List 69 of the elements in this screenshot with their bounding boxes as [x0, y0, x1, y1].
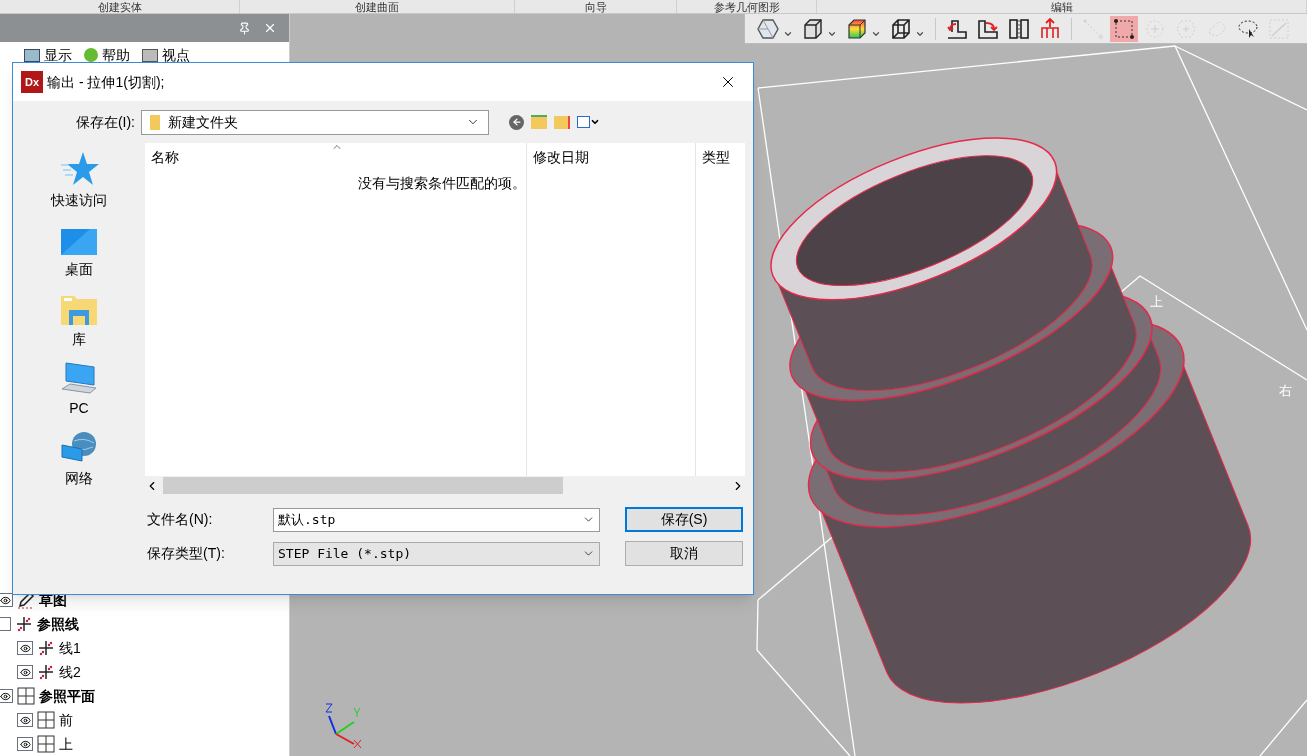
tree-item[interactable]: 线2: [59, 661, 81, 683]
eye-toggle[interactable]: [17, 665, 33, 679]
ribbon-group-label: 编辑: [1050, 1, 1073, 13]
dialog-button[interactable]: 取消: [625, 541, 743, 566]
computer-icon: [60, 361, 98, 396]
grid-icon: [37, 711, 55, 729]
visibility-checkbox[interactable]: [0, 617, 11, 631]
folder-name: 新建文件夹: [168, 112, 239, 132]
place-shortcut[interactable]: 桌面: [29, 216, 129, 287]
column-header[interactable]: 修改日期: [533, 147, 589, 168]
new-folder-icon[interactable]: [554, 115, 570, 129]
grid-icon: [17, 687, 35, 705]
ribbon-group-label: 参考几何图形: [713, 1, 780, 13]
window-title: 输出 - 拉伸1(切割);: [47, 72, 165, 92]
folder-icon: [60, 293, 98, 326]
axis-triad-icon: [324, 702, 364, 750]
plane-label: 右: [1279, 383, 1292, 398]
tree-item[interactable]: 参照线: [37, 613, 79, 635]
folder-dropdown[interactable]: 新建文件夹: [141, 109, 489, 135]
filename-field[interactable]: 默认.stp: [273, 507, 600, 532]
crosshair-icon: [37, 663, 55, 681]
empty-message: 没有与搜索条件匹配的项。: [358, 174, 526, 193]
eye-toggle[interactable]: [0, 689, 13, 703]
toolbar-button[interactable]: 显示: [24, 46, 72, 64]
field-label: 保存在(I):: [74, 112, 136, 132]
crosshair-icon: [15, 615, 33, 633]
place-shortcut[interactable]: 库: [29, 286, 129, 356]
eye-toggle[interactable]: [0, 593, 13, 607]
toolbar-button[interactable]: 视点: [142, 46, 190, 64]
field-value: 默认.stp: [278, 510, 337, 529]
field-label: 保存类型(T):: [147, 544, 226, 563]
dialog-button[interactable]: 保存(S): [625, 507, 743, 532]
field-value: STEP File (*.stp): [278, 544, 413, 563]
plane-label: 上: [1150, 294, 1163, 309]
caret-icon: [590, 117, 600, 127]
help-icon: [84, 48, 98, 62]
scrollbar-thumb[interactable]: [163, 477, 563, 494]
place-shortcut[interactable]: PC: [29, 355, 129, 426]
tree-item[interactable]: 上: [59, 733, 73, 755]
arrow-left-icon: [511, 117, 522, 127]
field-label: 文件名(N):: [147, 510, 214, 529]
place-shortcut[interactable]: 快速访问: [29, 147, 129, 217]
grid-view-icon: [577, 116, 590, 128]
pin-icon[interactable]: [238, 21, 251, 35]
file-type-dropdown[interactable]: STEP File (*.stp): [273, 541, 600, 566]
star-icon: [59, 150, 99, 187]
view-menu-button[interactable]: [577, 116, 600, 128]
place-shortcut[interactable]: 网络: [29, 425, 129, 495]
ribbon-group-label: 创建实体: [97, 1, 142, 13]
eye-toggle[interactable]: [17, 737, 33, 751]
tree-item[interactable]: 线1: [59, 637, 81, 659]
back-button[interactable]: [509, 114, 524, 130]
tree-item[interactable]: 前: [59, 709, 73, 731]
folder-icon: [150, 114, 160, 130]
eye-toggle[interactable]: [17, 641, 33, 655]
column-header[interactable]: 名称: [151, 147, 179, 168]
tree-item[interactable]: 参照平面: [39, 685, 95, 707]
grid-icon: [37, 735, 55, 753]
camera-icon: [142, 48, 158, 62]
desktop-icon: [60, 228, 98, 257]
column-header[interactable]: 类型: [702, 147, 730, 168]
ribbon-group-label: 向导: [584, 1, 607, 13]
close-icon[interactable]: [263, 21, 277, 35]
monitor-icon: [24, 48, 40, 62]
eye-toggle[interactable]: [17, 713, 33, 727]
crosshair-icon: [37, 639, 55, 657]
app-logo: Dx: [21, 71, 43, 93]
ribbon-group-label: 创建曲面: [355, 1, 399, 13]
network-globe-icon: [60, 430, 98, 465]
